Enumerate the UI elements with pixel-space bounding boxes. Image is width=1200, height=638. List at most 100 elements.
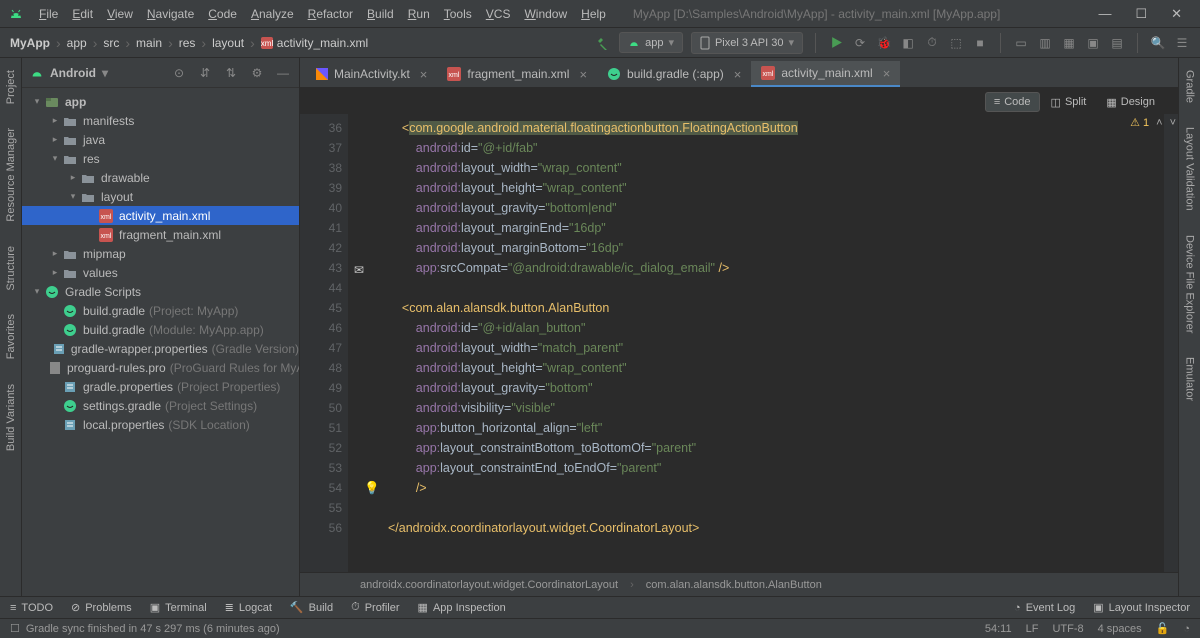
run-button[interactable] <box>828 35 844 51</box>
device-manager-icon[interactable]: ▤ <box>1109 35 1125 51</box>
search-everywhere-icon[interactable]: 🔍 <box>1150 35 1166 51</box>
avd-manager-icon[interactable]: ▭ <box>1013 35 1029 51</box>
editor-tab-mainactivity-kt[interactable]: MainActivity.kt× <box>306 61 437 87</box>
menu-window[interactable]: Window <box>517 7 574 21</box>
tool-window-build-variants[interactable]: Build Variants <box>3 380 19 455</box>
bottom-tool-logcat[interactable]: ≣Logcat <box>225 601 272 614</box>
close-tab-icon[interactable]: × <box>420 67 428 82</box>
coverage-icon[interactable]: ◧ <box>900 35 916 51</box>
minimize-button[interactable]: ― <box>1098 6 1111 22</box>
tree-item-manifests[interactable]: ▸manifests <box>22 111 299 130</box>
bottom-tool-todo[interactable]: ≡TODO <box>10 601 53 614</box>
code-editor[interactable]: <com.google.android.material.floatingact… <box>348 114 1164 572</box>
tree-item-build-gradle[interactable]: build.gradle(Module: MyApp.app) <box>22 320 299 339</box>
tree-item-build-gradle[interactable]: build.gradle(Project: MyApp) <box>22 301 299 320</box>
hide-panel-icon[interactable]: — <box>275 65 291 81</box>
menu-run[interactable]: Run <box>401 7 437 21</box>
menu-build[interactable]: Build <box>360 7 401 21</box>
inspection-indicator[interactable]: ⚠1˄˅ <box>1130 116 1176 129</box>
menu-refactor[interactable]: Refactor <box>301 7 360 21</box>
caret-position[interactable]: 54:11 <box>985 623 1012 635</box>
bottom-tool-terminal[interactable]: ▣Terminal <box>150 601 207 614</box>
bottom-tool-event-log[interactable]: ◔Event Log <box>1014 601 1075 614</box>
build-icon[interactable] <box>595 35 611 51</box>
menu-view[interactable]: View <box>100 7 140 21</box>
layout-inspector-icon[interactable]: ▣ <box>1085 35 1101 51</box>
menu-vcs[interactable]: VCS <box>479 7 518 21</box>
tool-window-favorites[interactable]: Favorites <box>3 310 19 363</box>
breadcrumb-item[interactable]: MyApp <box>10 36 50 50</box>
design-view-button[interactable]: ▦ Design <box>1097 92 1164 113</box>
read-only-icon[interactable]: 🔓 <box>1156 622 1170 635</box>
tree-item-values[interactable]: ▸values <box>22 263 299 282</box>
menu-analyze[interactable]: Analyze <box>244 7 301 21</box>
editor-breadcrumb[interactable]: androidx.coordinatorlayout.widget.Coordi… <box>300 572 1178 596</box>
menu-file[interactable]: File <box>32 7 65 21</box>
close-window-button[interactable]: ✕ <box>1171 6 1182 22</box>
tool-window-gradle[interactable]: Gradle <box>1182 66 1198 107</box>
error-stripe[interactable]: ⚠1˄˅ <box>1164 114 1178 572</box>
tree-item-activity-main-xml[interactable]: xmlactivity_main.xml <box>22 206 299 225</box>
indent-setting[interactable]: 4 spaces <box>1098 623 1142 635</box>
editor-tab-build-gradle---app-[interactable]: build.gradle (:app)× <box>597 61 751 87</box>
resource-manager-icon[interactable]: ▦ <box>1061 35 1077 51</box>
menu-navigate[interactable]: Navigate <box>140 7 201 21</box>
line-separator[interactable]: LF <box>1026 623 1039 635</box>
tool-window-structure[interactable]: Structure <box>3 242 19 295</box>
stop-icon[interactable]: ■ <box>972 35 988 51</box>
intention-bulb-icon[interactable]: 💡 <box>364 478 380 498</box>
tree-item-local-properties[interactable]: local.properties(SDK Location) <box>22 415 299 434</box>
tree-item-settings-gradle[interactable]: settings.gradle(Project Settings) <box>22 396 299 415</box>
menu-tools[interactable]: Tools <box>437 7 479 21</box>
device-selector[interactable]: Pixel 3 API 30 ▾ <box>691 32 803 54</box>
tree-item-java[interactable]: ▸java <box>22 130 299 149</box>
tool-window-resource-manager[interactable]: Resource Manager <box>3 124 19 226</box>
tree-item-drawable[interactable]: ▸drawable <box>22 168 299 187</box>
menu-help[interactable]: Help <box>574 7 613 21</box>
tree-item-proguard-rules-pro[interactable]: proguard-rules.pro(ProGuard Rules for My… <box>22 358 299 377</box>
tool-window-project[interactable]: Project <box>3 66 19 108</box>
tree-item-app[interactable]: ▾app <box>22 92 299 111</box>
editor-gutter[interactable]: 3637383940414243✉44454647484950515253545… <box>300 114 348 572</box>
tree-item-gradle-properties[interactable]: gradle.properties(Project Properties) <box>22 377 299 396</box>
bottom-tool-app-inspection[interactable]: ▦App Inspection <box>418 601 506 614</box>
close-tab-icon[interactable]: × <box>883 66 891 81</box>
debug-icon[interactable]: 🐞 <box>876 35 892 51</box>
file-encoding[interactable]: UTF-8 <box>1052 623 1083 635</box>
select-opened-file-icon[interactable]: ⊙ <box>171 65 187 81</box>
breadcrumb-item[interactable]: layout <box>212 36 244 50</box>
sdk-manager-icon[interactable]: ▥ <box>1037 35 1053 51</box>
breadcrumb-item[interactable]: activity_main.xml <box>277 36 368 50</box>
tool-window-device-file-explorer[interactable]: Device File Explorer <box>1182 231 1198 337</box>
tree-item-fragment-main-xml[interactable]: xmlfragment_main.xml <box>22 225 299 244</box>
tool-window-layout-validation[interactable]: Layout Validation <box>1182 123 1198 215</box>
apply-changes-icon[interactable]: ⟳ <box>852 35 868 51</box>
editor-tab-fragment-main-xml[interactable]: xmlfragment_main.xml× <box>437 61 597 87</box>
tool-window-emulator[interactable]: Emulator <box>1182 353 1198 405</box>
run-config-selector[interactable]: app ▾ <box>619 32 683 53</box>
bottom-tool-problems[interactable]: ⊘Problems <box>71 601 132 614</box>
editor-tab-activity-main-xml[interactable]: xmlactivity_main.xml× <box>751 61 900 87</box>
breadcrumb-item[interactable]: res <box>179 36 196 50</box>
bottom-tool-layout-inspector[interactable]: ▣Layout Inspector <box>1093 601 1190 614</box>
breadcrumb-item[interactable]: app <box>67 36 87 50</box>
close-tab-icon[interactable]: × <box>734 67 742 82</box>
memory-indicator[interactable]: ◔ <box>1183 623 1190 635</box>
menu-code[interactable]: Code <box>201 7 244 21</box>
bottom-tool-build[interactable]: 🔨Build <box>290 601 333 614</box>
split-view-button[interactable]: ◫ Split <box>1042 92 1096 113</box>
code-view-button[interactable]: ≡ Code <box>985 92 1040 112</box>
menu-edit[interactable]: Edit <box>65 7 100 21</box>
breadcrumb-item[interactable]: main <box>136 36 162 50</box>
collapse-all-icon[interactable]: ⇅ <box>223 65 239 81</box>
tree-item-gradle-wrapper-properties[interactable]: gradle-wrapper.properties(Gradle Version… <box>22 339 299 358</box>
close-tab-icon[interactable]: × <box>579 67 587 82</box>
settings-icon[interactable]: ☰ <box>1174 35 1190 51</box>
attach-debugger-icon[interactable]: ⬚ <box>948 35 964 51</box>
panel-settings-icon[interactable]: ⚙ <box>249 65 265 81</box>
bottom-tool-profiler[interactable]: ⏱Profiler <box>351 601 399 614</box>
breadcrumb-item[interactable]: src <box>103 36 119 50</box>
tree-item-gradle-scripts[interactable]: ▾Gradle Scripts <box>22 282 299 301</box>
maximize-button[interactable]: ☐ <box>1135 6 1147 22</box>
tree-item-layout[interactable]: ▾layout <box>22 187 299 206</box>
